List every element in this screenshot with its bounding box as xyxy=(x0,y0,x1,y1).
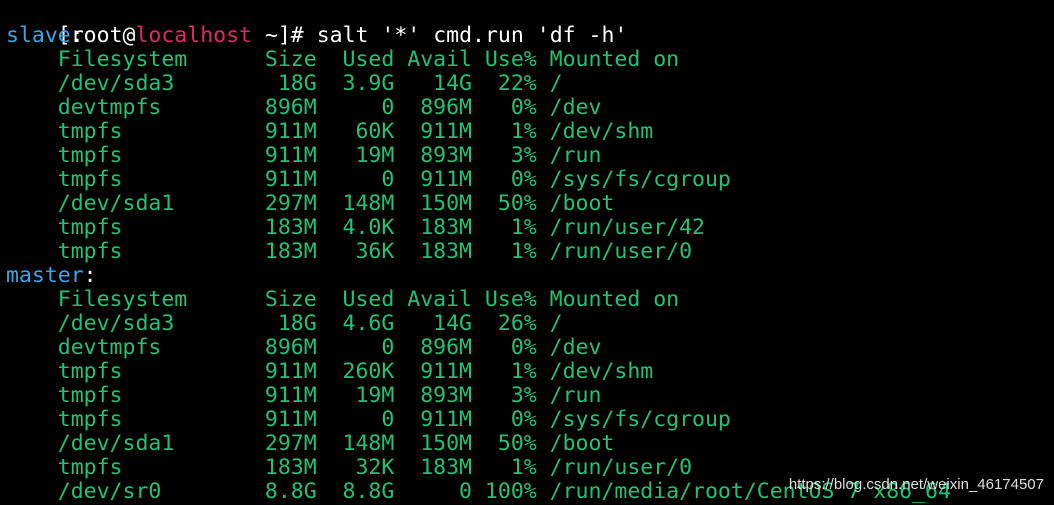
df-row: tmpfs 183M 4.0K 183M 1% /run/user/42 xyxy=(6,215,705,240)
df-row: /dev/sda1 297M 148M 150M 50% /boot xyxy=(6,191,615,216)
df-row: tmpfs 911M 19M 893M 3% /run xyxy=(6,143,602,168)
command-prompt-line: [root@localhost ~]# salt '*' cmd.run 'df… xyxy=(6,0,1054,48)
df-row: devtmpfs 896M 0 896M 0% /dev xyxy=(6,95,602,120)
prompt-rest: ~]# xyxy=(251,23,317,48)
minion-name: master xyxy=(6,263,84,288)
prompt-host: localhost xyxy=(135,23,252,48)
minion-output-slave: slave: Filesystem Size Used Avail Use% M… xyxy=(6,24,1054,264)
prompt-at: @ xyxy=(122,23,136,48)
df-header-row: Filesystem Size Used Avail Use% Mounted … xyxy=(6,47,680,72)
df-header-row: Filesystem Size Used Avail Use% Mounted … xyxy=(6,287,680,312)
df-row: tmpfs 911M 0 911M 0% /sys/fs/cgroup xyxy=(6,167,731,192)
df-row: tmpfs 183M 36K 183M 1% /run/user/0 xyxy=(6,239,693,264)
df-row: devtmpfs 896M 0 896M 0% /dev xyxy=(6,335,602,360)
watermark-url: https://blog.csdn.net/weixin_46174507 xyxy=(788,476,1044,493)
command-text: salt '*' cmd.run 'df -h' xyxy=(316,23,628,48)
df-row: /dev/sda3 18G 4.6G 14G 26% / xyxy=(6,311,563,336)
df-row: tmpfs 911M 260K 911M 1% /dev/shm xyxy=(6,359,654,384)
minion-output-master: master: Filesystem Size Used Avail Use% … xyxy=(6,264,1054,504)
df-row: /dev/sda3 18G 3.9G 14G 22% / xyxy=(6,71,563,96)
df-row: /dev/sda1 297M 148M 150M 50% /boot xyxy=(6,431,615,456)
df-row: tmpfs 911M 19M 893M 3% /run xyxy=(6,383,602,408)
df-row: tmpfs 911M 0 911M 0% /sys/fs/cgroup xyxy=(6,407,731,432)
minion-name: slave xyxy=(6,23,71,48)
terminal-window[interactable]: [root@localhost ~]# salt '*' cmd.run 'df… xyxy=(6,0,1054,505)
minion-header: master: xyxy=(6,263,97,288)
df-row: tmpfs 911M 60K 911M 1% /dev/shm xyxy=(6,119,654,144)
